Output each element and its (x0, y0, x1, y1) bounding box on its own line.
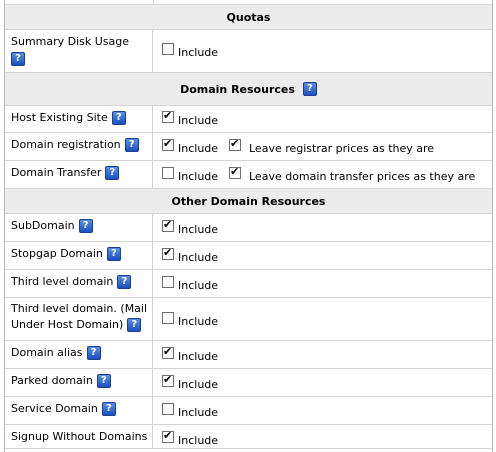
section-header-domain-resources: Domain Resources ? (5, 72, 492, 105)
help-icon[interactable]: ? (11, 52, 25, 66)
row-stopgap-domain: Stopgap Domain? Include (5, 241, 492, 269)
label-third-level-domain: Third level domain (11, 275, 114, 288)
label-subdomain: SubDomain (11, 219, 75, 232)
checkbox-include-stopgap-domain[interactable] (162, 246, 174, 260)
help-icon[interactable]: ? (96, 374, 111, 388)
checkbox-include-domain-registration[interactable] (162, 137, 174, 151)
section-header-other-domain-resources: Other Domain Resources (5, 188, 492, 213)
help-icon[interactable]: ? (302, 82, 317, 96)
checkbox-include-third-level-domain[interactable] (162, 276, 174, 288)
help-icon[interactable]: ? (117, 275, 132, 289)
help-icon[interactable]: ? (105, 166, 120, 180)
label-service-domain: Service Domain (11, 402, 98, 415)
checkbox-leave-registrar-prices[interactable] (229, 137, 241, 151)
help-icon[interactable]: ? (106, 247, 121, 261)
section-title-quotas: Quotas (226, 10, 271, 24)
help-icon[interactable]: ? (124, 138, 139, 152)
help-icon[interactable]: ? (78, 219, 93, 233)
row-host-existing-site: Host Existing Site? Include (5, 105, 492, 132)
row-signup-without-domains: Signup Without Domains Include (5, 424, 492, 448)
label-summary-disk-usage: Summary Disk Usage (11, 35, 130, 48)
checkbox-include-domain-alias[interactable] (162, 345, 174, 359)
label-signup-without-domains: Signup Without Domains (11, 430, 148, 443)
table-bottom-line (5, 448, 492, 449)
section-header-quotas: Quotas (5, 4, 492, 29)
label-parked-domain: Parked domain (11, 374, 93, 387)
label-domain-registration: Domain registration (11, 138, 121, 151)
label-stopgap-domain: Stopgap Domain (11, 247, 103, 260)
include-label: Include (178, 170, 219, 183)
row-subdomain: SubDomain? Include (5, 213, 492, 241)
help-icon[interactable]: ? (127, 318, 142, 332)
include-label: Include (178, 251, 219, 264)
include-label: Include (178, 406, 219, 419)
section-title-domain-resources: Domain Resources (180, 82, 295, 96)
help-icon[interactable]: ? (101, 402, 116, 416)
checkbox-include-service-domain[interactable] (162, 403, 174, 415)
label-leave-domain-transfer-prices: Leave domain transfer prices as they are (249, 170, 476, 183)
row-summary-disk-usage: Summary Disk Usage ? Include (5, 29, 492, 72)
label-third-level-domain-mail-line2: Under Host Domain) (11, 318, 124, 331)
checkbox-include-signup-without-domains[interactable] (162, 429, 174, 443)
label-domain-transfer: Domain Transfer (11, 166, 102, 179)
help-icon[interactable]: ? (86, 346, 101, 360)
row-service-domain: Service Domain? Include (5, 396, 492, 424)
include-label: Include (178, 378, 219, 391)
row-third-level-domain-mail: Third level domain. (Mail Under Host Dom… (5, 297, 492, 340)
row-parked-domain: Parked domain? Include (5, 368, 492, 396)
row-domain-registration: Domain registration? Include Leave regis… (5, 132, 492, 160)
row-domain-transfer: Domain Transfer? Include Leave domain tr… (5, 160, 492, 188)
label-domain-alias: Domain alias (11, 346, 83, 359)
include-label: Include (178, 315, 219, 328)
checkbox-include-host-existing-site[interactable] (162, 109, 174, 123)
include-label: Include (178, 142, 219, 155)
checkbox-include-parked-domain[interactable] (162, 373, 174, 387)
include-label: Include (178, 46, 219, 59)
checkbox-include-third-level-domain-mail[interactable] (162, 312, 174, 324)
row-domain-alias: Domain alias? Include (5, 340, 492, 368)
checkbox-leave-domain-transfer-prices[interactable] (229, 165, 241, 179)
checkbox-include-domain-transfer[interactable] (162, 167, 174, 179)
row-third-level-domain: Third level domain? Include (5, 269, 492, 297)
checkbox-include-summary-disk-usage[interactable] (162, 43, 174, 55)
include-label: Include (178, 279, 219, 292)
settings-table: Quotas Summary Disk Usage ? Include Doma… (4, 0, 493, 452)
include-label: Include (178, 114, 219, 127)
label-host-existing-site: Host Existing Site (11, 111, 108, 124)
label-third-level-domain-mail-line1: Third level domain. (Mail (11, 302, 148, 315)
include-label: Include (178, 223, 219, 236)
label-leave-registrar-prices: Leave registrar prices as they are (249, 142, 435, 155)
include-label: Include (178, 350, 219, 363)
help-icon[interactable]: ? (111, 111, 126, 125)
section-title-other-domain-resources: Other Domain Resources (171, 194, 326, 208)
include-label: Include (178, 434, 219, 447)
checkbox-include-subdomain[interactable] (162, 218, 174, 232)
